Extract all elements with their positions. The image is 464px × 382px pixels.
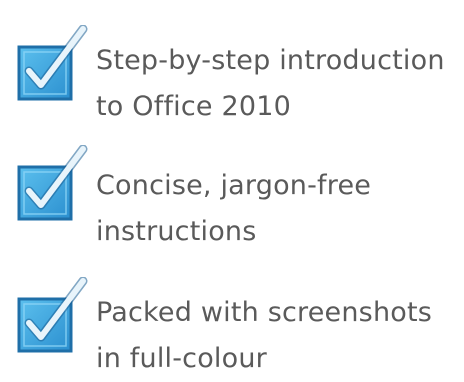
feature-text: Packed with screenshots in full-colour [96,290,458,382]
checkbox-checked-icon [11,277,91,357]
feature-item: Step-by-step introduction to Office 2010 [0,0,464,122]
feature-line: Step-by-step introduction [96,45,445,76]
checkbox-checked-icon [11,145,91,225]
feature-text: Step-by-step introduction to Office 2010 [96,38,458,130]
feature-item: Concise, jargon-free instructions [0,127,464,247]
feature-line: to Office 2010 [96,91,292,122]
feature-item: Packed with screenshots in full-colour [0,247,464,374]
feature-line: Concise, jargon-free [96,170,372,201]
feature-line: Packed with screenshots [96,297,433,328]
feature-line: in full-colour [96,343,267,374]
feature-list: Step-by-step introduction to Office 2010… [0,0,464,374]
checkbox-checked-icon [11,25,91,105]
feature-text: Concise, jargon-free instructions [96,163,458,255]
